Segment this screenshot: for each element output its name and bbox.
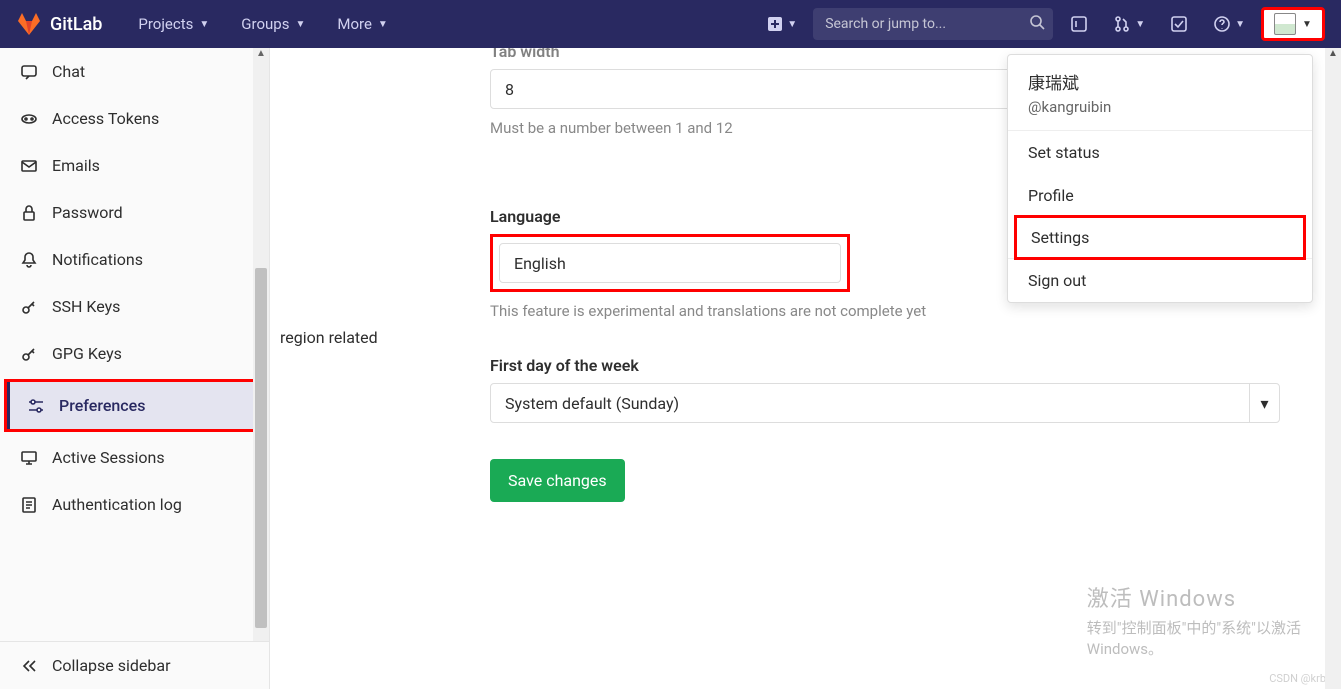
sidebar-item-preferences[interactable]: Preferences xyxy=(4,379,265,432)
chat-icon xyxy=(20,63,38,81)
new-button[interactable]: ▼ xyxy=(759,6,805,42)
sidebar-item-access-tokens[interactable]: Access Tokens xyxy=(0,95,269,142)
chevron-down-icon: ▼ xyxy=(1302,19,1312,30)
chevron-down-icon: ▼ xyxy=(1135,19,1145,30)
sidebar-item-emails[interactable]: Emails xyxy=(0,142,269,189)
sidebar-item-notifications[interactable]: Notifications xyxy=(0,236,269,283)
chevron-down-icon: ▼ xyxy=(1235,19,1245,30)
sidebar-item-ssh-keys[interactable]: SSH Keys xyxy=(0,283,269,330)
collapse-sidebar-button[interactable]: Collapse sidebar xyxy=(0,641,269,689)
sidebar-item-auth-log[interactable]: Authentication log xyxy=(0,481,269,528)
language-highlight-box: English xyxy=(490,234,850,292)
gitlab-logo[interactable]: GitLab xyxy=(16,11,102,37)
menu-sign-out[interactable]: Sign out xyxy=(1008,259,1312,302)
language-select[interactable]: English xyxy=(499,243,841,283)
preferences-icon xyxy=(27,397,45,415)
top-nav: GitLab Projects▼ Groups▼ More▼ ▼ ▼ ▼ ▼ xyxy=(0,0,1341,48)
user-display-name: 康瑞斌 xyxy=(1028,69,1292,94)
monitor-icon xyxy=(20,449,38,467)
csdn-watermark: CSDN @krb_ xyxy=(1269,672,1331,685)
chevron-down-icon: ▼ xyxy=(787,19,797,30)
log-icon xyxy=(20,496,38,514)
bell-icon xyxy=(20,251,38,269)
lock-icon xyxy=(20,204,38,222)
first-day-label: First day of the week xyxy=(490,356,1341,375)
save-button[interactable]: Save changes xyxy=(490,459,625,502)
sidebar-item-active-sessions[interactable]: Active Sessions xyxy=(0,434,269,481)
menu-profile[interactable]: Profile xyxy=(1008,174,1312,217)
page-scrollbar[interactable]: ▲ xyxy=(1325,48,1341,689)
issues-button[interactable] xyxy=(1061,6,1097,42)
brand-text: GitLab xyxy=(50,14,102,35)
chevron-down-icon: ▼ xyxy=(295,19,305,30)
nav-projects[interactable]: Projects▼ xyxy=(126,7,221,41)
sidebar-item-gpg-keys[interactable]: GPG Keys xyxy=(0,330,269,377)
region-label: region related xyxy=(280,328,378,347)
chevron-down-icon: ▼ xyxy=(199,19,209,30)
key-icon xyxy=(20,345,38,363)
search-input[interactable] xyxy=(813,8,1053,40)
nav-groups[interactable]: Groups▼ xyxy=(229,7,317,41)
chevron-down-icon: ▾ xyxy=(1249,384,1279,422)
sidebar-scrollbar[interactable]: ▲ xyxy=(253,48,269,641)
chevron-down-icon: ▼ xyxy=(378,19,388,30)
nav-more[interactable]: More▼ xyxy=(325,7,399,41)
collapse-icon xyxy=(20,657,38,675)
sidebar-item-chat[interactable]: Chat xyxy=(0,48,269,95)
merge-requests-button[interactable]: ▼ xyxy=(1105,6,1153,42)
avatar-image xyxy=(1274,13,1296,35)
sidebar-item-password[interactable]: Password xyxy=(0,189,269,236)
windows-watermark: 激活 Windows 转到"控制面板"中的"系统"以激活 Windows。 xyxy=(1087,581,1301,659)
user-dropdown: 康瑞斌 @kangruibin Set status Profile Setti… xyxy=(1007,54,1313,303)
menu-set-status[interactable]: Set status xyxy=(1008,131,1312,174)
email-icon xyxy=(20,157,38,175)
sidebar: Chat Access Tokens Emails Password Notif… xyxy=(0,48,270,689)
todos-button[interactable] xyxy=(1161,6,1197,42)
search-icon[interactable] xyxy=(1029,14,1045,34)
token-icon xyxy=(20,110,38,128)
gitlab-icon xyxy=(16,11,42,37)
search-box xyxy=(813,8,1053,40)
language-hint: This feature is experimental and transla… xyxy=(490,302,1341,320)
first-day-select[interactable]: System default (Sunday) ▾ xyxy=(490,383,1280,423)
key-icon xyxy=(20,298,38,316)
user-username: @kangruibin xyxy=(1028,98,1292,116)
help-button[interactable]: ▼ xyxy=(1205,6,1253,42)
user-menu-items: Set status Profile Settings xyxy=(1008,131,1312,259)
menu-settings[interactable]: Settings xyxy=(1014,215,1306,260)
user-avatar-button[interactable]: ▼ xyxy=(1261,7,1325,41)
user-info: 康瑞斌 @kangruibin xyxy=(1008,55,1312,131)
